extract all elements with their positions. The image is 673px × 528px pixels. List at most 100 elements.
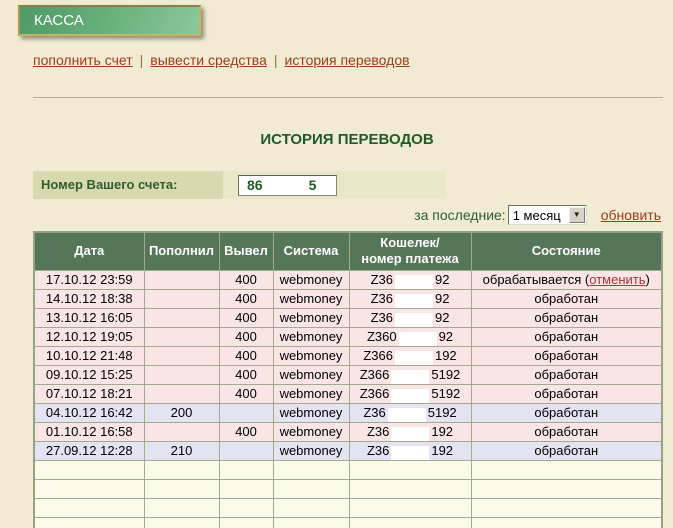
chevron-down-icon: ▼ [569,207,585,223]
table-row: 10.10.12 21:48 400 webmoney Z366192 обра… [34,346,662,365]
censored-region [395,313,433,327]
kassa-banner-title: КАССА [34,12,84,29]
cell-system: webmoney [273,384,349,403]
cell-status [471,460,662,479]
censored-region [395,275,433,289]
cell-status [471,479,662,498]
cell-status: обработан [471,346,662,365]
censored-region [391,446,429,460]
cell-status: обработан [471,365,662,384]
cell-wallet [349,517,471,528]
cell-date: 12.10.12 19:05 [34,327,144,346]
nav-separator: | [274,52,278,68]
cell-date [34,517,144,528]
table-header-row: Дата Пополнил Вывел Система Кошелек/ ном… [34,232,662,270]
table-row: 27.09.12 12:28 210 webmoney Z36192 обраб… [34,441,662,460]
cell-deposit [144,289,219,308]
censored-region [263,178,309,193]
table-row: 09.10.12 15:25 400 webmoney Z3665192 обр… [34,365,662,384]
cell-withdraw: 400 [219,289,273,308]
censored-region [395,294,433,308]
period-filter-label: за последние: [414,207,506,223]
cell-withdraw: 400 [219,346,273,365]
cell-withdraw: 400 [219,327,273,346]
account-row: Номер Вашего счета: 865 [33,171,446,199]
cell-status: обработан [471,441,662,460]
period-select[interactable]: 1 месяц ▼ [508,205,587,225]
cell-system: webmoney [273,327,349,346]
table-row [34,498,662,517]
cell-deposit [144,384,219,403]
cell-system: webmoney [273,289,349,308]
cell-withdraw [219,403,273,422]
cell-date [34,460,144,479]
cell-withdraw [219,479,273,498]
cell-deposit [144,270,219,289]
censored-region [391,427,429,441]
cell-withdraw: 400 [219,422,273,441]
cell-system: webmoney [273,308,349,327]
cell-wallet: Z36092 [349,327,471,346]
cell-withdraw: 400 [219,365,273,384]
nav-link-withdraw[interactable]: вывести средства [150,52,267,68]
nav-separator: | [140,52,144,68]
cell-deposit [144,365,219,384]
cell-date: 01.10.12 16:58 [34,422,144,441]
table-row: 07.10.12 18:21 400 webmoney Z3665192 обр… [34,384,662,403]
cell-deposit [144,327,219,346]
cell-system: webmoney [273,365,349,384]
cell-deposit [144,517,219,528]
history-table: Дата Пополнил Вывел Система Кошелек/ ном… [33,231,663,528]
table-row [34,517,662,528]
cell-system [273,498,349,517]
cell-system: webmoney [273,346,349,365]
table-row [34,479,662,498]
cell-deposit [144,308,219,327]
cell-wallet [349,498,471,517]
cell-date: 13.10.12 16:05 [34,308,144,327]
table-row [34,460,662,479]
period-select-value: 1 месяц [509,208,569,223]
column-header-system: Система [273,232,349,270]
cell-wallet [349,479,471,498]
account-number-prefix: 86 [247,177,263,193]
cell-wallet: Z3665192 [349,384,471,403]
cell-deposit [144,460,219,479]
cell-deposit [144,479,219,498]
nav-link-history[interactable]: история переводов [285,52,410,68]
table-row: 13.10.12 16:05 400 webmoney Z3692 обрабо… [34,308,662,327]
cell-date [34,498,144,517]
cell-deposit [144,422,219,441]
period-filter-row: за последние: 1 месяц ▼ обновить [414,204,661,226]
cell-withdraw [219,517,273,528]
table-row: 04.10.12 16:42 200 webmoney Z365192 обра… [34,403,662,422]
cell-system: webmoney [273,422,349,441]
cell-status: обработан [471,289,662,308]
cell-withdraw [219,498,273,517]
cell-status: обрабатывается (отменить) [471,270,662,289]
cell-wallet: Z36192 [349,422,471,441]
cell-status: обработан [471,422,662,441]
kassa-banner: КАССА [18,5,201,36]
censored-region [391,370,429,384]
cell-wallet: Z3692 [349,289,471,308]
cell-wallet: Z3692 [349,270,471,289]
cashdesk-page: КАССА пополнить счет | вывести средства | ис… [0,0,673,528]
cell-deposit [144,498,219,517]
cell-status: обработан [471,403,662,422]
cell-system: webmoney [273,403,349,422]
nav-links: пополнить счет | вывести средства | история … [33,52,410,68]
cell-wallet: Z366192 [349,346,471,365]
cell-status [471,517,662,528]
table-row: 01.10.12 16:58 400 webmoney Z36192 обраб… [34,422,662,441]
account-number-suffix: 5 [309,177,317,193]
cell-status: обработан [471,327,662,346]
cancel-link[interactable]: отменить [589,272,645,287]
nav-link-topup[interactable]: пополнить счет [33,52,133,68]
cell-date [34,479,144,498]
refresh-link[interactable]: обновить [601,207,661,223]
account-number-field[interactable]: 86 5 [238,175,337,196]
history-table-body: 17.10.12 23:59 400 webmoney Z3692 обраба… [34,270,662,528]
cell-wallet: Z3692 [349,308,471,327]
cell-date: 14.10.12 18:38 [34,289,144,308]
